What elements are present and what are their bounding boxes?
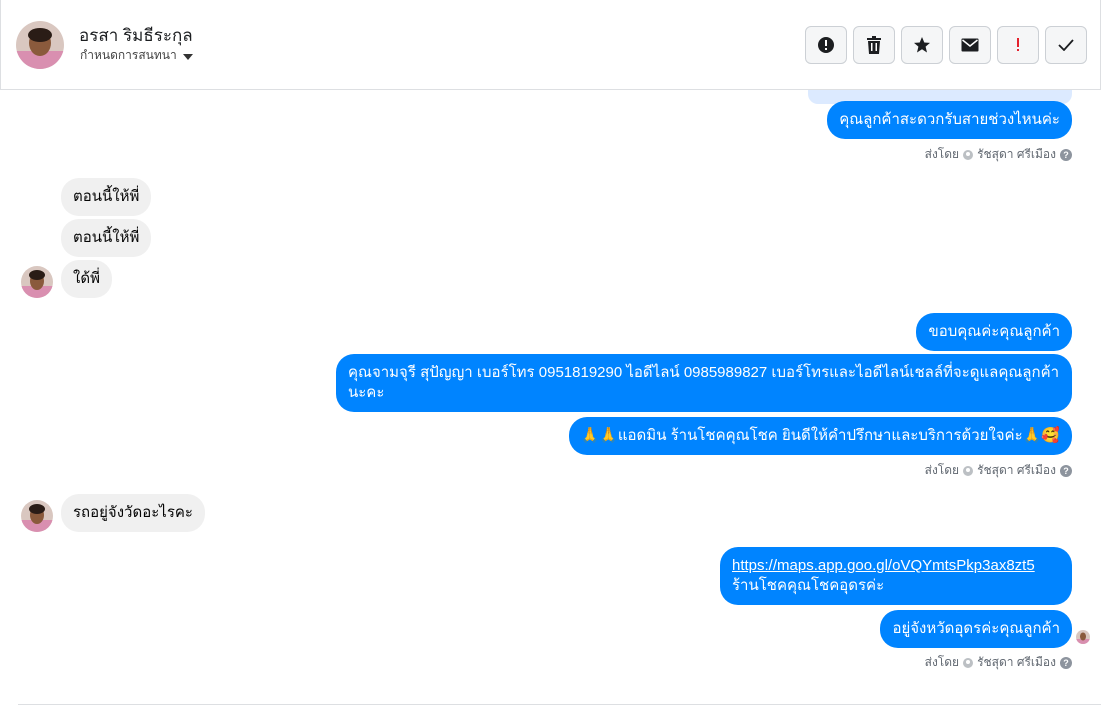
message-outgoing: อยู่จังหวัดอุดรค่ะคุณลูกค้า	[880, 610, 1072, 648]
agent-icon	[963, 657, 974, 668]
sent-by-agent[interactable]: รัชสุดา ศรีเมือง	[977, 461, 1056, 480]
maps-link[interactable]: https://maps.app.goo.gl/oVQYmtsPkp3ax8zt…	[732, 557, 1035, 574]
message-incoming: รถอยู่จังวัดอะไรคะ	[61, 494, 205, 532]
message-outgoing: ขอบคุณค่ะคุณลูกค้า	[916, 313, 1072, 351]
delete-button[interactable]	[853, 26, 895, 64]
message-text: ร้านโชคคุณโชคอุดรค่ะ	[732, 577, 885, 594]
sent-by-line: ส่งโดย รัชสุดา ศรีเมือง ?	[925, 461, 1072, 480]
conversation-options-label: กำหนดการสนทนา	[80, 48, 177, 62]
agent-icon	[963, 149, 974, 160]
agent-icon	[963, 465, 974, 476]
spam-button[interactable]	[997, 26, 1039, 64]
help-icon[interactable]: ?	[1060, 656, 1072, 669]
mark-unread-button[interactable]	[949, 26, 991, 64]
sent-by-agent[interactable]: รัชสุดา ศรีเมือง	[977, 653, 1056, 672]
conversation-header: อรสา ริมธีระกุล กำหนดการสนทนา	[0, 0, 1101, 90]
caret-down-icon	[182, 53, 193, 60]
sent-by-agent[interactable]: รัชสุดา ศรีเมือง	[977, 145, 1056, 164]
message-incoming: ตอนนี้ให้พี่	[61, 219, 152, 257]
envelope-icon	[961, 38, 979, 52]
trash-icon	[867, 36, 881, 54]
done-button[interactable]	[1045, 26, 1087, 64]
contact-avatar[interactable]	[16, 21, 64, 69]
message-outgoing: คุณลูกค้าสะดวกรับสายช่วงไหนค่ะ	[827, 101, 1072, 139]
sent-by-line: ส่งโดย รัชสุดา ศรีเมือง ?	[925, 145, 1072, 164]
message-outgoing-link: https://maps.app.goo.gl/oVQYmtsPkp3ax8zt…	[720, 547, 1072, 605]
sent-by-prefix: ส่งโดย	[924, 463, 960, 477]
report-button[interactable]	[805, 26, 847, 64]
conversation-toolbar	[805, 26, 1087, 64]
contact-name: อรสา ริมธีระกุล	[79, 26, 193, 45]
help-icon[interactable]: ?	[1060, 464, 1072, 477]
seen-avatar	[1076, 630, 1090, 644]
message-outgoing: คุณจามจุรี สุปัญญา เบอร์โทร 0951819290 ไ…	[336, 354, 1072, 412]
alert-circle-icon	[818, 37, 834, 53]
sent-by-prefix: ส่งโดย	[924, 655, 960, 669]
contact-avatar-small	[21, 266, 53, 298]
help-icon[interactable]: ?	[1060, 148, 1072, 161]
star-button[interactable]	[901, 26, 943, 64]
contact-avatar-small	[21, 500, 53, 532]
sent-by-line: ส่งโดย รัชสุดา ศรีเมือง ?	[925, 653, 1072, 672]
checkmark-icon	[1058, 39, 1074, 51]
star-icon	[914, 37, 930, 53]
exclamation-icon	[1017, 38, 1019, 51]
message-incoming: ตอนนี้ให้พี่	[61, 178, 152, 216]
sent-by-prefix: ส่งโดย	[924, 147, 960, 161]
composer-divider	[18, 704, 1101, 705]
conversation-options-dropdown[interactable]: กำหนดการสนทนา	[80, 46, 193, 65]
message-incoming: ใด้พี่	[61, 260, 112, 298]
message-outgoing: 🙏🙏แอดมิน ร้านโชคคุณโชค ยินดีให้คำปรึกษาแ…	[568, 417, 1072, 455]
